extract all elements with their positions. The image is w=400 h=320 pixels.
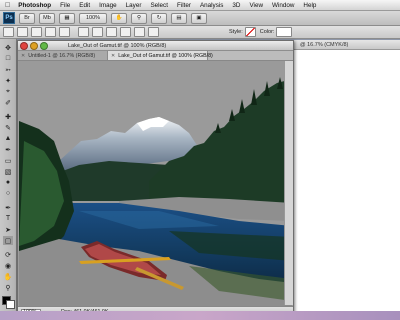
menu-filter[interactable]: Filter xyxy=(177,2,191,9)
tab-lake[interactable]: ✕ Lake_Out of Gamut.tif @ 100% (RGB/8) xyxy=(108,51,213,60)
close-tab-icon[interactable]: ✕ xyxy=(111,53,115,59)
minibridge-button[interactable]: Mb xyxy=(39,12,55,24)
menu-window[interactable]: Window xyxy=(272,2,294,9)
type-icon[interactable]: T xyxy=(3,214,13,223)
blur-icon[interactable]: ● xyxy=(3,178,13,187)
menu-analysis[interactable]: Analysis xyxy=(200,2,223,9)
background-document-titlebar[interactable]: @ 16.7% (CMYK/8) xyxy=(291,40,400,50)
shape-ellipse-icon[interactable] xyxy=(106,27,117,37)
document-titlebar[interactable]: Lake_Out of Gamut.tif @ 100% (RGB/8) xyxy=(18,41,293,51)
menu-bar:  Photoshop File Edit Image Layer Select… xyxy=(0,0,400,11)
arrange-documents-button[interactable]: ▤ xyxy=(171,12,187,24)
toolbox: ✥ □ ➳ ✦ ⌖ ✐ ✚ ✎ ▲ ✒ ▭ ▧ ● ○ ✒ T ➤ ▢ ⟳ ◉ … xyxy=(0,39,17,311)
menu-image[interactable]: Image xyxy=(99,2,117,9)
style-picker[interactable] xyxy=(244,27,256,37)
move-icon[interactable]: ✥ xyxy=(3,43,13,52)
document-tabs: ✕ Untitled-1 @ 16.7% (RGB/8) ✕ Lake_Out … xyxy=(18,51,293,61)
eraser-icon[interactable]: ▭ xyxy=(3,156,13,165)
view-extras-button[interactable]: ▦ xyxy=(59,12,75,24)
zoom-level-dropdown[interactable]: 100% xyxy=(79,12,107,24)
apple-icon[interactable]:  xyxy=(5,2,10,9)
bridge-button[interactable]: Br xyxy=(19,12,35,24)
shape-line-icon[interactable] xyxy=(134,27,145,37)
hand-icon[interactable]: ✋ xyxy=(3,272,13,281)
background-color-swatch[interactable] xyxy=(6,300,15,309)
vertical-scrollbar[interactable] xyxy=(284,61,293,305)
background-document-title: @ 16.7% (CMYK/8) xyxy=(300,41,349,48)
menu-edit[interactable]: Edit xyxy=(79,2,90,9)
subtract-selection-button[interactable] xyxy=(45,27,56,37)
close-tab-icon[interactable]: ✕ xyxy=(21,53,25,59)
shape-rounded-icon[interactable] xyxy=(92,27,103,37)
menu-view[interactable]: View xyxy=(249,2,263,9)
zoom-window-button[interactable] xyxy=(40,41,48,50)
pen-icon[interactable]: ✒ xyxy=(3,203,13,212)
options-bar: Style: Color: xyxy=(0,26,400,39)
add-selection-button[interactable] xyxy=(31,27,42,37)
menu-select[interactable]: Select xyxy=(150,2,168,9)
document-canvas[interactable] xyxy=(19,61,292,317)
document-window: Lake_Out of Gamut.tif @ 100% (RGB/8) ✕ U… xyxy=(17,40,294,317)
gradient-icon[interactable]: ▧ xyxy=(3,167,13,176)
tab-untitled[interactable]: ✕ Untitled-1 @ 16.7% (RGB/8) xyxy=(18,51,108,60)
menu-help[interactable]: Help xyxy=(303,2,316,9)
stamp-icon[interactable]: ▲ xyxy=(3,134,13,143)
minimize-window-button[interactable] xyxy=(30,41,38,50)
background-document-window[interactable]: @ 16.7% (CMYK/8) xyxy=(290,40,400,312)
lake-photo xyxy=(19,61,292,306)
shape-custom-icon[interactable] xyxy=(148,27,159,37)
color-label: Color: xyxy=(259,29,275,35)
marquee-icon[interactable]: □ xyxy=(3,54,13,63)
style-label: Style: xyxy=(229,29,243,35)
menu-layer[interactable]: Layer xyxy=(126,2,142,9)
close-window-button[interactable] xyxy=(20,41,28,50)
menu-file[interactable]: File xyxy=(60,2,70,9)
document-title: Lake_Out of Gamut.tif @ 100% (RGB/8) xyxy=(68,42,167,49)
3d-camera-icon[interactable]: ◉ xyxy=(3,261,13,270)
desktop-background xyxy=(0,311,400,320)
eyedropper-icon[interactable]: ✐ xyxy=(3,98,13,107)
lasso-icon[interactable]: ➳ xyxy=(3,65,13,74)
brush-icon[interactable]: ✎ xyxy=(3,123,13,132)
crop-icon[interactable]: ⌖ xyxy=(3,87,13,96)
color-swatch[interactable] xyxy=(276,27,293,37)
new-selection-button[interactable] xyxy=(17,27,28,37)
intersect-selection-button[interactable] xyxy=(59,27,70,37)
shape-rectangle-icon[interactable] xyxy=(78,27,89,37)
screen-mode-button[interactable]: ▣ xyxy=(191,12,207,24)
menu-app-name[interactable]: Photoshop xyxy=(18,2,51,9)
zoom-icon[interactable]: ⚲ xyxy=(3,283,13,292)
history-brush-icon[interactable]: ✒ xyxy=(3,145,13,154)
tab-label: Lake_Out of Gamut.tif @ 100% (RGB/8) xyxy=(118,52,213,59)
healing-icon[interactable]: ✚ xyxy=(3,112,13,121)
shape-polygon-icon[interactable] xyxy=(120,27,131,37)
photoshop-logo: Ps xyxy=(3,12,15,24)
3d-rotate-icon[interactable]: ⟳ xyxy=(3,250,13,259)
tab-label: Untitled-1 @ 16.7% (RGB/8) xyxy=(28,52,96,59)
rotate-view-button[interactable]: ↻ xyxy=(151,12,167,24)
path-select-icon[interactable]: ➤ xyxy=(3,225,13,234)
tool-preset-picker[interactable] xyxy=(3,27,14,37)
dodge-icon[interactable]: ○ xyxy=(3,189,13,198)
hand-tool-button[interactable]: ✋ xyxy=(111,12,127,24)
menu-3d[interactable]: 3D xyxy=(232,2,240,9)
zoom-tool-button[interactable]: ⚲ xyxy=(131,12,147,24)
shape-icon[interactable]: ▢ xyxy=(3,236,13,245)
wand-icon[interactable]: ✦ xyxy=(3,76,13,85)
application-bar: Ps Br Mb ▦ 100% ✋ ⚲ ↻ ▤ ▣ xyxy=(0,11,400,26)
